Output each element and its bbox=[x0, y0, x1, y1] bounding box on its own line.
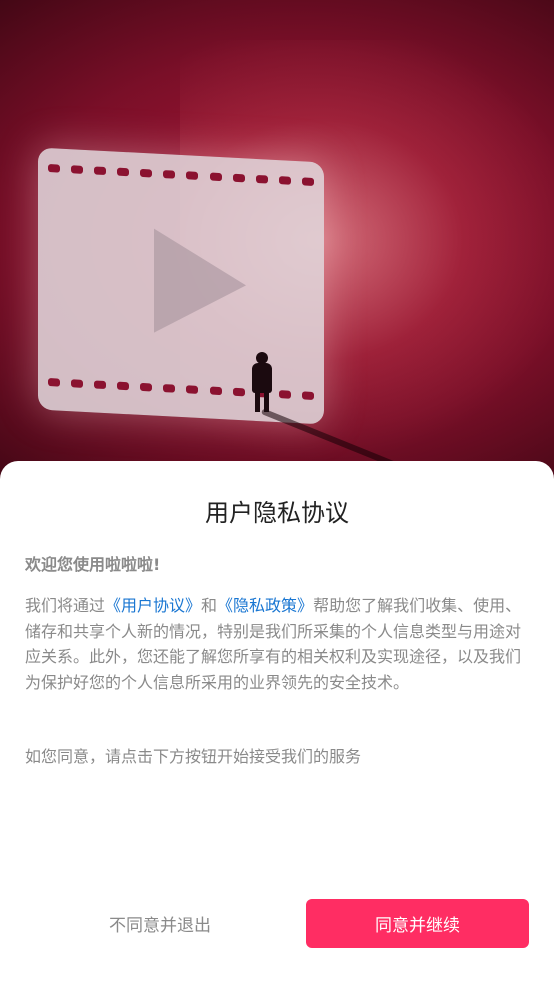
film-perforations-bottom bbox=[48, 378, 314, 402]
film-screen-icon bbox=[38, 147, 324, 425]
intro-prefix: 我们将通过 bbox=[25, 596, 106, 615]
privacy-policy-link[interactable]: 《隐私政策》 bbox=[217, 596, 313, 615]
play-icon bbox=[154, 228, 246, 338]
conjunction-text: 和 bbox=[201, 596, 218, 615]
hero-illustration bbox=[0, 0, 554, 480]
accept-button[interactable]: 同意并继续 bbox=[306, 899, 529, 948]
user-agreement-link[interactable]: 《用户协议》 bbox=[105, 596, 201, 615]
dialog-title: 用户隐私协议 bbox=[205, 499, 349, 527]
policy-description: 我们将通过《用户协议》和《隐私政策》帮助您了解我们收集、使用、储存和共享个人新的… bbox=[25, 593, 528, 695]
decline-button[interactable]: 不同意并退出 bbox=[60, 898, 260, 948]
welcome-text: 欢迎您使用啦啦啦! bbox=[25, 555, 161, 574]
privacy-dialog: 用户隐私协议 欢迎您使用啦啦啦! 我们将通过《用户协议》和《隐私政策》帮助您了解… bbox=[0, 461, 554, 984]
film-perforations-top bbox=[48, 164, 314, 188]
consent-hint: 如您同意，请点击下方按钮开始接受我们的服务 bbox=[25, 747, 362, 766]
person-silhouette-icon bbox=[250, 352, 274, 412]
